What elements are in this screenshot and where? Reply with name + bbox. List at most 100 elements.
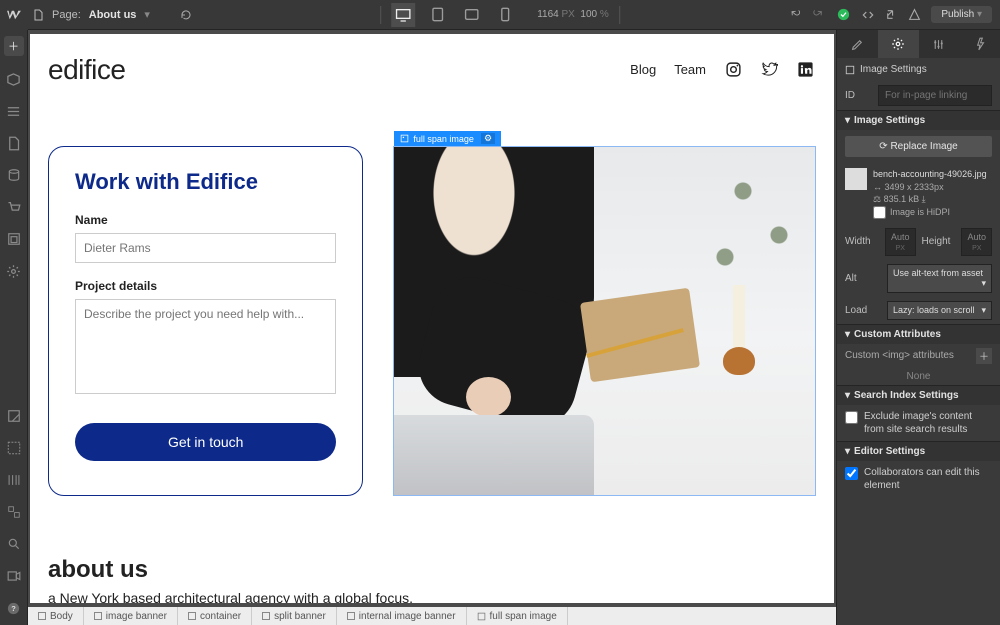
image-icon	[845, 65, 855, 75]
nav-team[interactable]: Team	[674, 62, 706, 77]
redo-icon[interactable]	[813, 8, 826, 21]
refresh-icon[interactable]	[180, 9, 192, 21]
replace-image-button[interactable]: ⟳ Replace Image	[845, 136, 992, 157]
page-selector[interactable]: Page: About us ▾	[0, 8, 192, 21]
viewport-switcher: 1164 PX 100 %	[380, 3, 620, 27]
collab-checkbox[interactable]	[845, 467, 858, 480]
canvas-dimensions: 1164 PX 100 %	[537, 9, 609, 20]
add-element-icon[interactable]: ＋	[4, 36, 24, 56]
publish-button[interactable]: Publish ▾	[931, 6, 992, 23]
alt-label: Alt	[845, 273, 881, 284]
asset-filename: bench-accounting-49026.jpg	[873, 168, 987, 181]
canvas[interactable]: edifice Blog Team Work with Edifice Name…	[28, 30, 836, 607]
tab-interactions[interactable]	[959, 30, 1000, 58]
linkedin-icon[interactable]	[796, 60, 814, 78]
left-toolbar: ＋ ?	[0, 30, 28, 625]
id-input[interactable]	[878, 85, 992, 106]
instagram-icon[interactable]	[724, 60, 742, 78]
about-section: about us a New York based architectural …	[48, 556, 816, 603]
crumb-2[interactable]: container	[178, 607, 252, 625]
topbar: Page: About us ▾ 1164 PX 100 % Publish ▾	[0, 0, 1000, 30]
crumb-body[interactable]: Body	[28, 607, 84, 625]
name-label: Name	[75, 213, 336, 227]
grid-icon[interactable]	[5, 471, 23, 489]
ecommerce-icon[interactable]	[5, 198, 23, 216]
height-label: Height	[922, 236, 956, 247]
panel-tabs	[837, 30, 1000, 58]
expand-icon[interactable]	[5, 407, 23, 425]
collab-label: Collaborators can edit this element	[864, 466, 992, 492]
search-icon[interactable]	[5, 535, 23, 553]
viewport-desktop[interactable]	[391, 3, 415, 27]
undo-icon[interactable]	[790, 8, 803, 21]
id-label: ID	[845, 90, 872, 101]
height-input[interactable]: Auto PX	[961, 228, 992, 256]
selection-tag[interactable]: full span image ⚙	[394, 131, 501, 146]
panel-title: Image Settings	[860, 64, 927, 75]
submit-button[interactable]: Get in touch	[75, 423, 336, 461]
settings-panel: Image Settings ID ▾ Image Settings ⟳ Rep…	[836, 30, 1000, 625]
image-icon	[400, 134, 409, 143]
gear-icon[interactable]: ⚙	[481, 133, 495, 144]
tab-style[interactable]	[837, 30, 878, 58]
section-image-settings[interactable]: ▾ Image Settings	[837, 110, 1000, 130]
viewport-tablet[interactable]	[425, 3, 449, 27]
code-icon[interactable]	[861, 8, 875, 22]
check-circle-icon[interactable]	[836, 7, 851, 22]
topbar-actions: Publish ▾	[790, 6, 992, 23]
about-heading: about us	[48, 556, 816, 584]
exclude-search-checkbox[interactable]	[845, 411, 858, 424]
width-input[interactable]: Auto PX	[885, 228, 916, 256]
section-editor[interactable]: ▾ Editor Settings	[837, 441, 1000, 461]
width-label: Width	[845, 236, 879, 247]
viewport-phone[interactable]	[493, 3, 517, 27]
crumb-4[interactable]: internal image banner	[337, 607, 467, 625]
assets-icon[interactable]	[5, 230, 23, 248]
site-nav: Blog Team	[630, 60, 814, 78]
audit-icon[interactable]	[908, 8, 921, 21]
export-icon[interactable]	[885, 8, 898, 21]
cms-icon[interactable]	[5, 166, 23, 184]
layers-icon[interactable]	[5, 102, 23, 120]
card-title: Work with Edifice	[75, 169, 336, 195]
asset-meta: bench-accounting-49026.jpg ↔ 3499 x 2333…	[837, 163, 1000, 224]
help-icon[interactable]: ?	[5, 599, 23, 617]
crumb-3[interactable]: split banner	[252, 607, 337, 625]
section-search-index[interactable]: ▾ Search Index Settings	[837, 385, 1000, 405]
page-body[interactable]: edifice Blog Team Work with Edifice Name…	[30, 34, 834, 603]
asset-thumbnail	[845, 168, 867, 190]
custom-desc: Custom <img> attributes	[845, 350, 970, 361]
alt-select[interactable]: Use alt-text from asset ▾	[887, 264, 992, 293]
load-select[interactable]: Lazy: loads on scroll ▾	[887, 301, 992, 320]
box-icon[interactable]	[5, 70, 23, 88]
video-icon[interactable]	[5, 567, 23, 585]
section-custom-attributes[interactable]: ▾ Custom Attributes	[837, 324, 1000, 344]
details-label: Project details	[75, 279, 336, 293]
components-icon[interactable]	[5, 503, 23, 521]
name-input[interactable]	[75, 233, 336, 263]
hidpi-checkbox[interactable]	[873, 206, 886, 219]
breadcrumb-bar: Body image banner container split banner…	[28, 607, 836, 625]
exclude-search-label: Exclude image's content from site search…	[864, 410, 992, 436]
details-input[interactable]	[75, 299, 336, 394]
selected-image-element[interactable]: full span image ⚙	[393, 146, 816, 496]
add-attribute-button[interactable]: ＋	[976, 348, 992, 364]
contact-card: Work with Edifice Name Project details G…	[48, 146, 363, 496]
tab-style-manager[interactable]	[919, 30, 960, 58]
twitter-icon[interactable]	[760, 60, 778, 78]
page-icon	[32, 9, 44, 21]
about-body: a New York based architectural agency wi…	[48, 590, 816, 603]
app-logo[interactable]	[0, 0, 28, 30]
nav-blog[interactable]: Blog	[630, 62, 656, 77]
svg-text:?: ?	[11, 604, 16, 613]
crumb-5[interactable]: full span image	[467, 607, 568, 625]
tab-settings[interactable]	[878, 30, 919, 58]
load-label: Load	[845, 305, 881, 316]
custom-none: None	[837, 368, 1000, 385]
select-icon[interactable]	[5, 439, 23, 457]
settings-icon[interactable]	[5, 262, 23, 280]
page-label: Page:	[52, 9, 81, 21]
pages-icon[interactable]	[5, 134, 23, 152]
viewport-tablet-landscape[interactable]	[459, 3, 483, 27]
crumb-1[interactable]: image banner	[84, 607, 178, 625]
